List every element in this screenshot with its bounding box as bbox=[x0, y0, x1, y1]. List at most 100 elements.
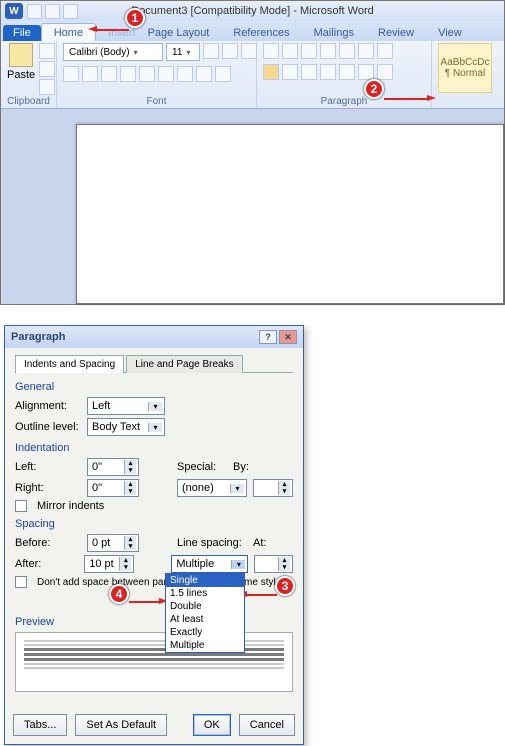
alignment-label: Alignment: bbox=[15, 400, 81, 412]
decrease-indent-icon[interactable] bbox=[320, 43, 336, 59]
alignment-combo[interactable]: Left▾ bbox=[87, 397, 165, 415]
sort-icon[interactable] bbox=[358, 43, 374, 59]
strike-icon[interactable] bbox=[120, 66, 136, 82]
section-preview: Preview bbox=[15, 616, 293, 628]
dont-add-space-checkbox[interactable] bbox=[15, 576, 27, 588]
indent-left-spin[interactable]: 0"▴▾ bbox=[87, 458, 139, 476]
section-spacing: Spacing bbox=[15, 518, 293, 530]
style-name: ¶ Normal bbox=[445, 68, 485, 79]
line-spacing-label: Line spacing: bbox=[177, 537, 247, 549]
qat-redo-icon[interactable] bbox=[63, 4, 78, 19]
qat-save-icon[interactable] bbox=[27, 4, 42, 19]
underline-icon[interactable] bbox=[101, 66, 117, 82]
justify-icon[interactable] bbox=[320, 64, 336, 80]
before-spin[interactable]: 0 pt▴▾ bbox=[87, 534, 139, 552]
before-label: Before: bbox=[15, 537, 81, 549]
line-spacing-icon[interactable] bbox=[339, 64, 355, 80]
format-painter-icon[interactable] bbox=[39, 79, 55, 95]
window-title: Document3 [Compatibility Mode] - Microso… bbox=[131, 5, 374, 17]
after-value: 10 pt bbox=[89, 558, 113, 570]
italic-icon[interactable] bbox=[82, 66, 98, 82]
tab-page-layout[interactable]: Page Layout bbox=[136, 24, 222, 41]
quick-access-toolbar bbox=[27, 4, 78, 19]
subscript-icon[interactable] bbox=[139, 66, 155, 82]
line-spacing-option[interactable]: 1.5 lines bbox=[166, 587, 244, 600]
callout-1: 1 bbox=[125, 8, 145, 28]
paste-button[interactable]: Paste bbox=[7, 43, 35, 81]
font-name-combo[interactable]: Calibri (Body)▾ bbox=[63, 43, 163, 61]
show-marks-icon[interactable] bbox=[377, 43, 393, 59]
borders-icon[interactable] bbox=[377, 64, 393, 80]
special-value: (none) bbox=[182, 482, 214, 494]
callout-3: 3 bbox=[275, 576, 295, 596]
line-spacing-value: Multiple bbox=[176, 558, 214, 570]
ok-button[interactable]: OK bbox=[193, 714, 231, 736]
tab-line-page-breaks[interactable]: Line and Page Breaks bbox=[126, 355, 242, 373]
line-spacing-option[interactable]: Single bbox=[166, 574, 244, 587]
chevron-down-icon: ▾ bbox=[134, 48, 138, 57]
document-page[interactable] bbox=[76, 124, 504, 304]
numbering-icon[interactable] bbox=[282, 43, 298, 59]
align-left-icon[interactable] bbox=[263, 64, 279, 80]
title-bar: W Document3 [Compatibility Mode] - Micro… bbox=[1, 1, 504, 21]
mirror-indents-label: Mirror indents bbox=[37, 500, 104, 512]
bullets-icon[interactable] bbox=[263, 43, 279, 59]
superscript-icon[interactable] bbox=[158, 66, 174, 82]
paste-icon bbox=[9, 43, 33, 67]
by-label: By: bbox=[233, 461, 263, 473]
tab-references[interactable]: References bbox=[221, 24, 301, 41]
cut-icon[interactable] bbox=[39, 43, 55, 59]
qat-undo-icon[interactable] bbox=[45, 4, 60, 19]
callout-2: 2 bbox=[364, 79, 384, 99]
tab-review[interactable]: Review bbox=[366, 24, 426, 41]
bold-icon[interactable] bbox=[63, 66, 79, 82]
set-default-button[interactable]: Set As Default bbox=[75, 714, 167, 736]
special-label: Special: bbox=[177, 461, 227, 473]
text-effects-icon[interactable] bbox=[177, 66, 193, 82]
align-center-icon[interactable] bbox=[282, 64, 298, 80]
line-spacing-option[interactable]: Double bbox=[166, 600, 244, 613]
align-right-icon[interactable] bbox=[301, 64, 317, 80]
highlight-icon[interactable] bbox=[196, 66, 212, 82]
copy-icon[interactable] bbox=[39, 61, 55, 77]
paste-label: Paste bbox=[7, 69, 35, 81]
chevron-down-icon: ▾ bbox=[148, 423, 162, 432]
group-styles: AaBbCcDc ¶ Normal bbox=[432, 41, 498, 108]
special-combo[interactable]: (none) ▾ bbox=[177, 479, 247, 497]
line-spacing-combo[interactable]: Multiple▾ bbox=[171, 555, 248, 573]
after-label: After: bbox=[15, 558, 78, 570]
outline-value: Body Text bbox=[92, 421, 140, 433]
indent-left-value: 0" bbox=[92, 461, 102, 473]
indent-right-spin[interactable]: 0"▴▾ bbox=[87, 479, 139, 497]
line-spacing-option[interactable]: Multiple bbox=[166, 639, 244, 652]
at-spin[interactable]: ▴▾ bbox=[254, 555, 293, 573]
outline-combo[interactable]: Body Text ▾ bbox=[87, 418, 165, 436]
cancel-button[interactable]: Cancel bbox=[239, 714, 295, 736]
line-spacing-dropdown: Single 1.5 lines Double At least Exactly… bbox=[165, 573, 245, 653]
increase-indent-icon[interactable] bbox=[339, 43, 355, 59]
font-color-icon[interactable] bbox=[215, 66, 231, 82]
tabs-button[interactable]: Tabs... bbox=[13, 714, 67, 736]
tab-mailings[interactable]: Mailings bbox=[302, 24, 366, 41]
multilevel-icon[interactable] bbox=[301, 43, 317, 59]
shrink-font-icon[interactable] bbox=[222, 43, 238, 59]
shading-icon[interactable] bbox=[358, 64, 374, 80]
document-area bbox=[1, 109, 504, 304]
tab-indents-spacing[interactable]: Indents and Spacing bbox=[15, 355, 124, 373]
line-spacing-option[interactable]: At least bbox=[166, 613, 244, 626]
after-spin[interactable]: 10 pt▴▾ bbox=[84, 555, 134, 573]
font-size-combo[interactable]: 11▾ bbox=[166, 43, 200, 61]
help-icon[interactable]: ? bbox=[259, 330, 277, 344]
close-icon[interactable]: ✕ bbox=[279, 330, 297, 344]
change-case-icon[interactable] bbox=[241, 43, 257, 59]
chevron-down-icon: ▾ bbox=[230, 484, 244, 493]
grow-font-icon[interactable] bbox=[203, 43, 219, 59]
by-spin[interactable]: ▴▾ bbox=[253, 479, 293, 497]
tab-file[interactable]: File bbox=[3, 25, 41, 41]
dialog-titlebar: Paragraph ? ✕ bbox=[5, 326, 303, 348]
style-normal[interactable]: AaBbCcDc ¶ Normal bbox=[438, 43, 492, 93]
group-clipboard: Paste Clipboard bbox=[1, 41, 57, 108]
tab-view[interactable]: View bbox=[426, 24, 474, 41]
line-spacing-option[interactable]: Exactly bbox=[166, 626, 244, 639]
mirror-indents-checkbox[interactable] bbox=[15, 500, 27, 512]
